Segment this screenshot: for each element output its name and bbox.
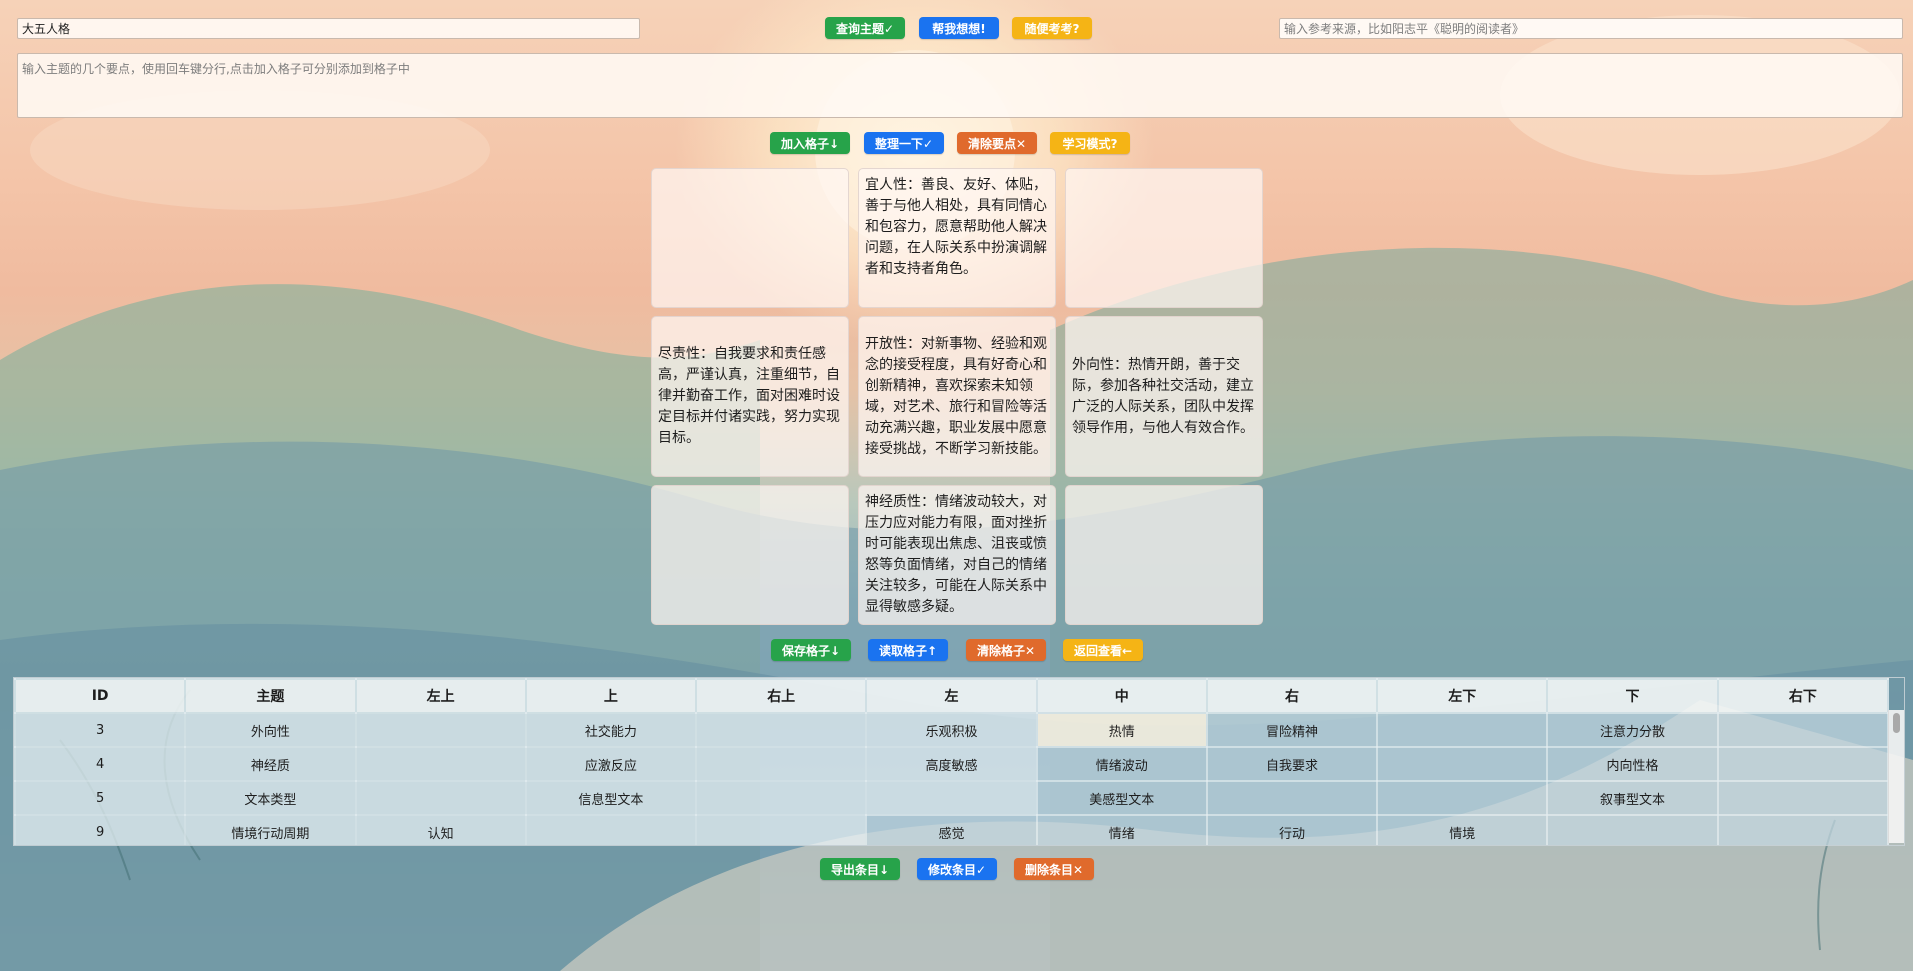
table-row[interactable]: 3 外向性 社交能力 乐观积极 热情 冒险精神 注意力分散	[14, 712, 1890, 748]
clear-cells-button[interactable]: 清除格子✕	[966, 639, 1046, 661]
table-cell[interactable]	[865, 780, 1038, 816]
delete-entry-button[interactable]: 删除条目✕	[1014, 858, 1094, 880]
table-cell[interactable]	[1716, 746, 1890, 782]
table-cell[interactable]	[695, 814, 868, 845]
save-cells-button[interactable]: 保存格子↓	[771, 639, 851, 661]
entries-table-container[interactable]: ID 主题 左上 上 右上 左 中 右 左下 下 右下 3 外向性 社交能力 乐…	[13, 677, 1905, 846]
table-row[interactable]: 9 情境行动周期 认知 感觉 情绪 行动 情境	[14, 814, 1890, 845]
table-cell[interactable]	[1376, 746, 1549, 782]
table-cell[interactable]: 外向性	[184, 712, 357, 748]
table-cell[interactable]: 感觉	[865, 814, 1038, 845]
table-cell[interactable]: 自我要求	[1205, 746, 1379, 782]
column-header[interactable]: 主题	[184, 678, 357, 714]
table-cell[interactable]: 应激反应	[524, 746, 698, 782]
table-cell[interactable]: 乐观积极	[865, 712, 1038, 748]
column-header[interactable]: 左下	[1376, 678, 1549, 714]
column-header[interactable]: 下	[1546, 678, 1719, 714]
grid-cell-top-right[interactable]	[1065, 168, 1263, 308]
table-scrollbar[interactable]	[1888, 710, 1904, 843]
table-row[interactable]: 5 文本类型 信息型文本 美感型文本 叙事型文本	[14, 780, 1890, 816]
table-row[interactable]: 4 神经质 应激反应 高度敏感 情绪波动 自我要求 内向性格	[14, 746, 1890, 782]
table-cell[interactable]: 行动	[1205, 814, 1379, 845]
table-cell[interactable]	[695, 712, 868, 748]
table-cell[interactable]: 情绪	[1035, 814, 1208, 845]
column-header[interactable]: 右上	[695, 678, 868, 714]
export-entry-button[interactable]: 导出条目↓	[820, 858, 900, 880]
load-cells-button[interactable]: 读取格子↑	[868, 639, 948, 661]
column-header[interactable]: 右下	[1716, 678, 1890, 714]
table-cell[interactable]	[1716, 780, 1890, 816]
table-cell[interactable]: 认知	[354, 814, 527, 845]
table-cell[interactable]: 内向性格	[1546, 746, 1719, 782]
study-mode-button[interactable]: 学习模式?	[1050, 132, 1130, 154]
back-to-view-button[interactable]: 返回查看←	[1063, 639, 1143, 661]
modify-entry-button[interactable]: 修改条目✓	[917, 858, 997, 880]
add-to-cells-button[interactable]: 加入格子↓	[770, 132, 850, 154]
grid-cell-bottom-right[interactable]	[1065, 485, 1263, 625]
table-cell[interactable]: 文本类型	[184, 780, 357, 816]
table-cell[interactable]	[1376, 780, 1549, 816]
column-header[interactable]: 左	[865, 678, 1038, 714]
key-points-textarea[interactable]	[17, 53, 1903, 118]
table-cell[interactable]: 情境	[1376, 814, 1549, 845]
table-cell[interactable]	[1205, 780, 1379, 816]
table-cell[interactable]: 4	[14, 746, 187, 782]
clear-points-button[interactable]: 清除要点✕	[957, 132, 1037, 154]
grid-cell-bottom[interactable]: 神经质性：情绪波动较大，对压力应对能力有限，面对挫折时可能表现出焦虑、沮丧或愤怒…	[858, 485, 1056, 625]
column-header[interactable]: ID	[14, 678, 187, 714]
query-topic-button[interactable]: 查询主题✓	[825, 17, 905, 39]
scrollbar-thumb[interactable]	[1893, 713, 1900, 733]
table-header-row: ID 主题 左上 上 右上 左 中 右 左下 下 右下	[14, 678, 1890, 714]
column-header[interactable]: 上	[524, 678, 698, 714]
table-cell[interactable]: 美感型文本	[1035, 780, 1208, 816]
table-cell[interactable]	[354, 746, 527, 782]
random-test-button[interactable]: 随便考考?	[1012, 17, 1092, 39]
grid-cell-center[interactable]: 开放性：对新事物、经验和观念的接受程度，具有好奇心和创新精神，喜欢探索未知领域，…	[858, 316, 1056, 477]
table-cell[interactable]	[1716, 712, 1890, 748]
table-cell[interactable]	[354, 712, 527, 748]
table-cell[interactable]: 情绪波动	[1035, 746, 1208, 782]
table-cell[interactable]: 信息型文本	[524, 780, 698, 816]
organize-button[interactable]: 整理一下✓	[864, 132, 944, 154]
grid-cell-top-left[interactable]	[651, 168, 849, 308]
table-cell[interactable]	[695, 780, 868, 816]
table-cell[interactable]: 神经质	[184, 746, 357, 782]
column-header[interactable]: 右	[1205, 678, 1379, 714]
table-cell[interactable]: 情境行动周期	[184, 814, 357, 845]
grid-cell-top[interactable]: 宜人性：善良、友好、体贴，善于与他人相处，具有同情心和包容力，愿意帮助他人解决问…	[858, 168, 1056, 308]
table-cell[interactable]	[354, 780, 527, 816]
column-header[interactable]: 中	[1035, 678, 1208, 714]
entries-table: ID 主题 左上 上 右上 左 中 右 左下 下 右下 3 外向性 社交能力 乐…	[14, 678, 1890, 845]
table-cell[interactable]	[1716, 814, 1890, 845]
reference-source-input[interactable]	[1279, 18, 1903, 39]
help-me-think-button[interactable]: 帮我想想!	[919, 17, 999, 39]
table-cell[interactable]: 叙事型文本	[1546, 780, 1719, 816]
table-cell[interactable]: 3	[14, 712, 187, 748]
topic-title-input[interactable]	[17, 18, 640, 39]
table-cell[interactable]: 9	[14, 814, 187, 845]
table-cell[interactable]	[695, 746, 868, 782]
table-cell[interactable]: 社交能力	[524, 712, 698, 748]
grid-cell-bottom-left[interactable]	[651, 485, 849, 625]
table-cell[interactable]: 5	[14, 780, 187, 816]
table-cell[interactable]: 冒险精神	[1205, 712, 1379, 748]
grid-cell-right[interactable]: 外向性：热情开朗，善于交际，参加各种社交活动，建立广泛的人际关系，团队中发挥领导…	[1065, 316, 1263, 477]
table-cell[interactable]: 注意力分散	[1546, 712, 1719, 748]
column-header[interactable]: 左上	[354, 678, 527, 714]
table-cell[interactable]: 热情	[1035, 712, 1208, 748]
table-cell[interactable]	[524, 814, 698, 845]
grid-cell-left[interactable]: 尽责性：自我要求和责任感高，严谨认真，注重细节，自律并勤奋工作，面对困难时设定目…	[651, 316, 849, 477]
table-cell[interactable]	[1546, 814, 1719, 845]
table-cell[interactable]	[1376, 712, 1549, 748]
table-cell[interactable]: 高度敏感	[865, 746, 1038, 782]
